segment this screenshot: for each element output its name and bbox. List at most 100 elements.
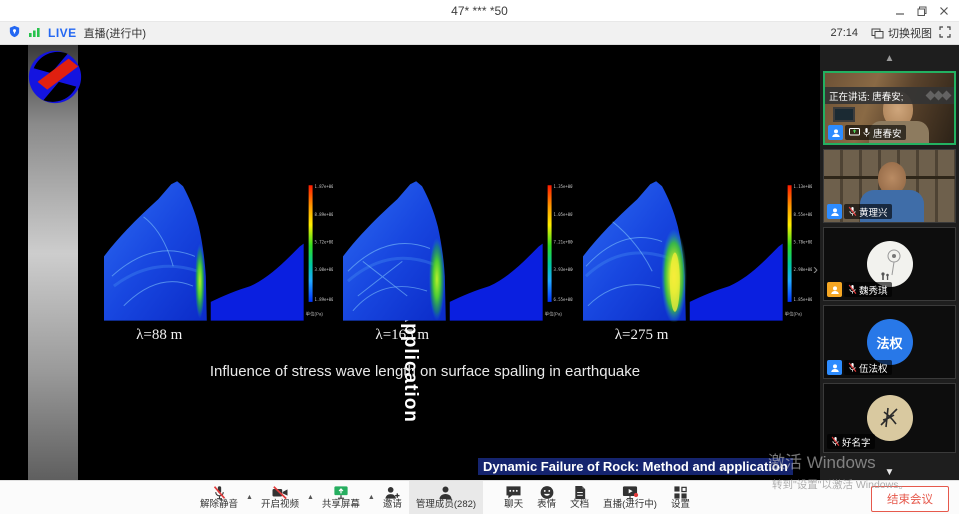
participant-badges: 魏秀琪	[827, 282, 892, 297]
mic-muted-icon	[848, 284, 857, 295]
colorbar-tick: 1.05e+007	[554, 212, 573, 217]
minimize-icon[interactable]	[889, 0, 911, 22]
meeting-toolbar: 解除静音 ▲ 开启视频 ▲ 共享屏幕 ▲ 邀请 管理成员(282) 聊天 表情 …	[0, 480, 959, 514]
participant-badges: 好名字	[827, 434, 875, 449]
main-area: ● RFPA Application 1.87e+007 8.89e+006 5…	[0, 45, 959, 480]
members-icon	[437, 485, 454, 500]
tool-label: 直播(进行中)	[603, 500, 657, 510]
share-caret-icon[interactable]: ▲	[368, 494, 375, 501]
invite-person-icon	[383, 485, 401, 500]
tool-label: 文档	[570, 500, 589, 510]
participant-name-badge: 黄理兴	[844, 204, 892, 219]
share-screen-button[interactable]: 共享屏幕	[315, 481, 367, 514]
participant-name-badge: 好名字	[827, 434, 875, 449]
participant-badges: 伍法权	[827, 360, 892, 375]
chat-button[interactable]: 聊天	[497, 481, 530, 514]
next-slide-chevron[interactable]: ›	[813, 261, 818, 278]
colorbar-tick: 1.35e+007	[554, 184, 573, 189]
simulation-panel: 1.35e+007 1.05e+007 7.21e+006 3.93e+006 …	[343, 176, 572, 344]
participant-tile-haomingzi[interactable]: 好名字	[823, 383, 956, 453]
colorbar-tick: 6.55e+005	[554, 297, 573, 302]
fullscreen-icon[interactable]	[939, 26, 951, 41]
simulation-panel: 1.13e+007 8.55e+006 5.78e+006 2.98e+006 …	[583, 176, 812, 344]
tool-label: 表情	[537, 500, 556, 510]
participant-name: 伍法权	[859, 361, 888, 375]
switch-view-button[interactable]: 切换视图	[871, 25, 932, 41]
mic-muted-icon	[211, 485, 228, 500]
participant-badges: 黄理兴	[827, 204, 892, 219]
tool-label: 设置	[671, 500, 690, 510]
security-shield-icon[interactable]	[8, 25, 21, 41]
meeting-duration: 27:14	[830, 27, 858, 39]
participant-tile-tangchunan[interactable]: 正在讲话: 唐春安; 唐春安	[823, 71, 956, 145]
participant-name: 黄理兴	[859, 205, 888, 219]
live-status-text: 直播(进行中)	[84, 25, 146, 41]
simulation-image: 1.35e+007 1.05e+007 7.21e+006 3.93e+006 …	[343, 176, 572, 322]
window-controls	[889, 0, 955, 22]
settings-button[interactable]: 设置	[664, 481, 697, 514]
colorbar-unit: 单位(Pa)	[306, 311, 324, 318]
banner-logo-diamonds	[927, 92, 950, 99]
signal-strength-icon[interactable]	[28, 26, 41, 41]
participant-name: 好名字	[842, 435, 871, 449]
switch-view-icon	[871, 28, 884, 39]
colorbar-tick: 3.93e+006	[554, 267, 573, 272]
document-icon	[573, 485, 587, 500]
live-stream-button[interactable]: 直播(进行中)	[596, 481, 664, 514]
background-monitor	[833, 107, 855, 122]
participant-name-badge: 伍法权	[844, 360, 892, 375]
unmute-button[interactable]: 解除静音	[193, 481, 245, 514]
mic-on-icon	[862, 127, 871, 138]
mic-muted-icon	[848, 362, 857, 373]
colorbar-tick: 1.85e+005	[793, 297, 812, 302]
video-caret-icon[interactable]: ▲	[307, 494, 314, 501]
mic-muted-icon	[848, 206, 857, 217]
close-icon[interactable]	[933, 0, 955, 22]
slide-footer-title: Dynamic Failure of Rock: Method and appl…	[478, 458, 793, 475]
camera-off-icon	[271, 485, 289, 500]
colorbar-tick: 7.21e+006	[554, 240, 573, 245]
screen-share-icon	[849, 128, 860, 137]
colorbar-tick: 1.87e+007	[315, 184, 334, 189]
simulation-image: 1.87e+007 8.89e+006 5.72e+006 3.08e+006 …	[104, 176, 333, 322]
start-video-button[interactable]: 开启视频	[254, 481, 306, 514]
end-meeting-button[interactable]: 结束会议	[871, 486, 949, 512]
manage-members-button[interactable]: 管理成员(282)	[409, 481, 483, 514]
wavelength-label: λ=88 m	[104, 327, 333, 344]
unmute-caret-icon[interactable]: ▲	[246, 494, 253, 501]
colorbar-tick: 5.78e+006	[793, 240, 812, 245]
participant-name-badge: 魏秀琪	[844, 282, 892, 297]
switch-view-label: 切换视图	[888, 25, 932, 41]
colorbar-tick: 3.08e+006	[315, 267, 334, 272]
colorbar-tick: 1.89e+005	[315, 297, 334, 302]
invite-button[interactable]: 邀请	[376, 481, 409, 514]
member-role-icon	[828, 125, 843, 140]
participant-name: 唐春安	[873, 126, 902, 140]
simulation-panel: 1.87e+007 8.89e+006 5.72e+006 3.08e+006 …	[104, 176, 333, 344]
simulation-panels: 1.87e+007 8.89e+006 5.72e+006 3.08e+006 …	[104, 176, 812, 344]
rfpa-logo	[24, 47, 86, 107]
tool-label: 共享屏幕	[322, 500, 360, 510]
tool-label: 开启视频	[261, 500, 299, 510]
colorbar-tick: 1.13e+007	[793, 184, 812, 189]
live-stream-icon	[621, 485, 639, 500]
restore-icon[interactable]	[911, 0, 933, 22]
docs-button[interactable]: 文档	[563, 481, 596, 514]
member-role-icon	[827, 282, 842, 297]
collapse-down-arrow[interactable]: ▼	[820, 467, 959, 478]
emoji-button[interactable]: 表情	[530, 481, 563, 514]
participant-tile-weixiuqi[interactable]: 魏秀琪	[823, 227, 956, 301]
collapse-up-arrow[interactable]: ▲	[820, 45, 959, 71]
participant-tile-huanglixing[interactable]: 黄理兴	[823, 149, 956, 223]
share-screen-icon	[332, 485, 350, 500]
participant-tile-wufaquan[interactable]: 法权 伍法权	[823, 305, 956, 379]
colorbar-unit: 单位(Pa)	[545, 311, 563, 318]
participant-name: 魏秀琪	[859, 283, 888, 297]
meeting-statusbar: LIVE 直播(进行中) 27:14 切换视图	[0, 22, 959, 45]
member-role-icon	[827, 360, 842, 375]
tool-label: 管理成员(282)	[416, 500, 476, 510]
colorbar-tick: 8.55e+006	[793, 212, 812, 217]
colorbar-tick: 2.98e+006	[793, 267, 812, 272]
settings-grid-icon	[673, 485, 688, 500]
speaking-banner: 正在讲话: 唐春安;	[825, 87, 954, 104]
